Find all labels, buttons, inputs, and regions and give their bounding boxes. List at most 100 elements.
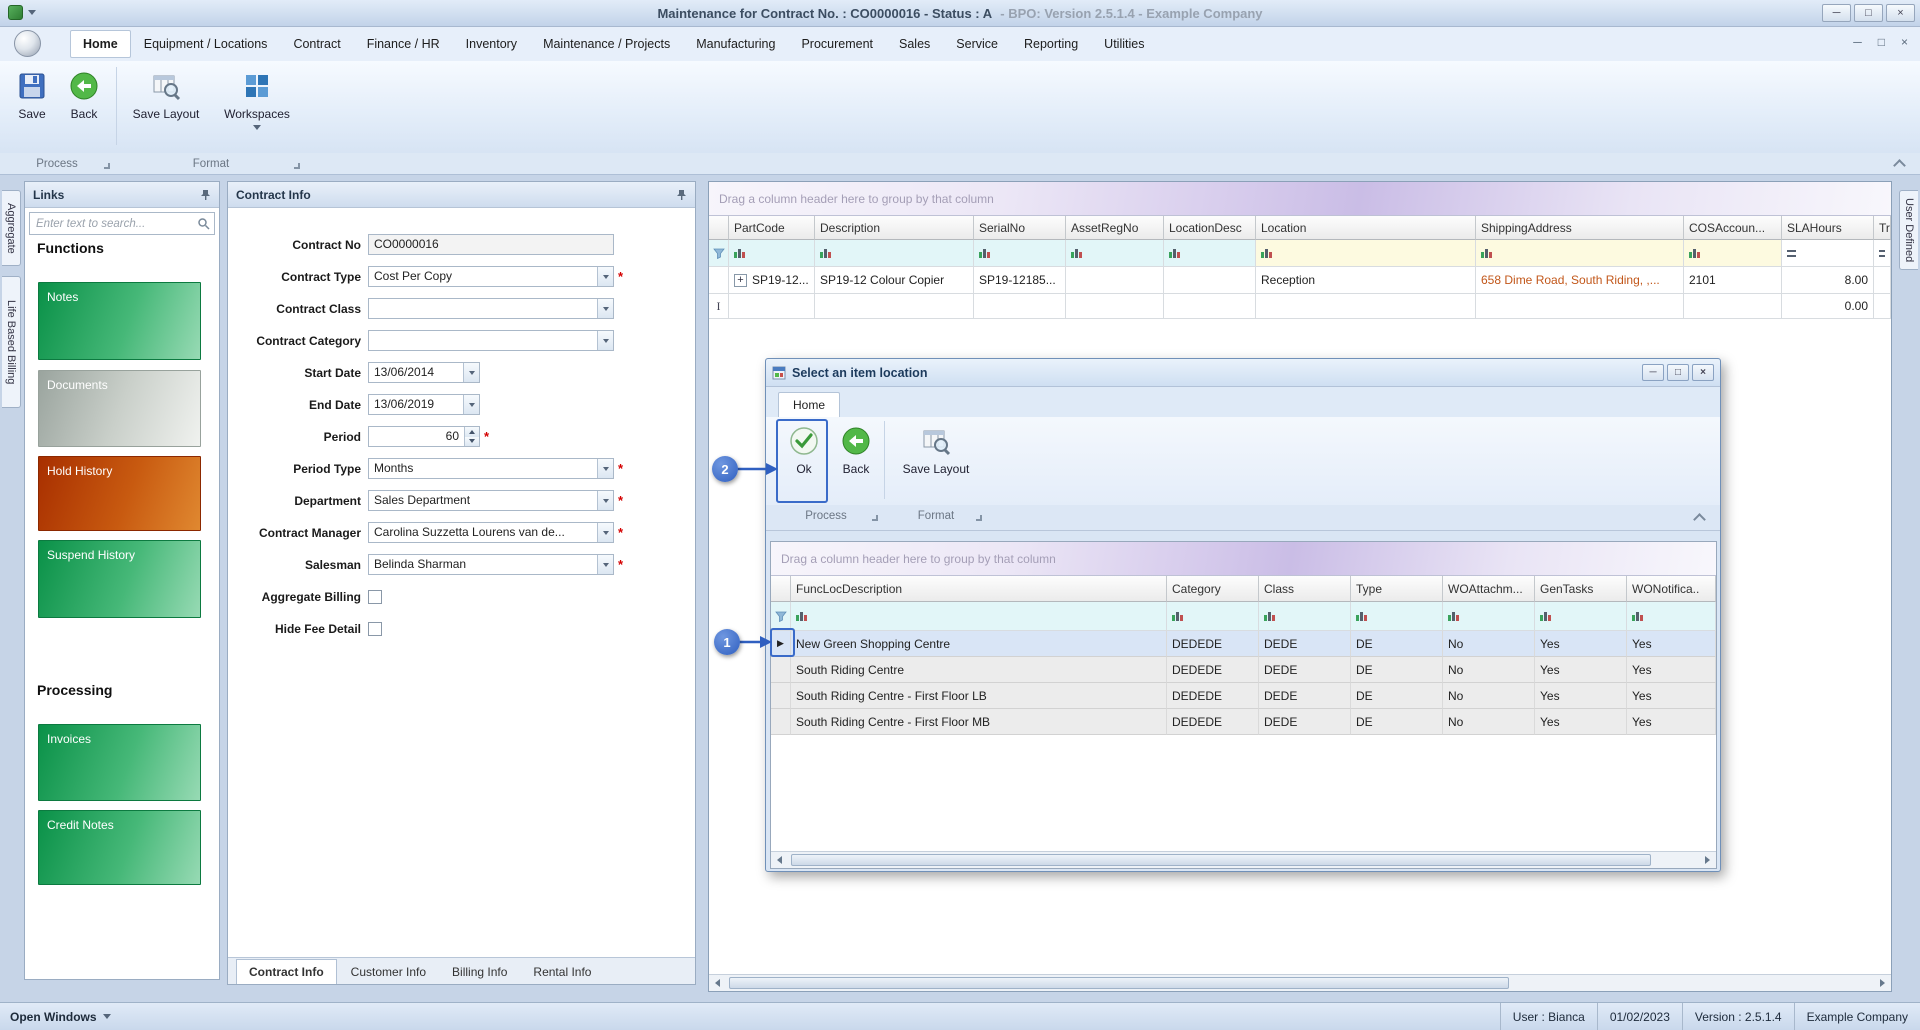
tab-finance-hr[interactable]: Finance / HR [354, 29, 453, 59]
tab-inventory[interactable]: Inventory [453, 29, 530, 59]
save-layout-button[interactable]: Save Layout [894, 419, 978, 505]
horizontal-scrollbar[interactable] [771, 851, 1716, 868]
filter-cell-partcode[interactable] [729, 240, 815, 267]
application-orb-button[interactable] [14, 30, 41, 57]
salesman-select[interactable]: Belinda Sharman [368, 554, 614, 575]
contract-category-select[interactable] [368, 330, 614, 351]
column-header-locationdesc[interactable]: LocationDesc [1164, 216, 1256, 240]
contract-manager-select[interactable]: Carolina Suzzetta Lourens van de... [368, 522, 614, 543]
cell-wonotifications[interactable]: Yes [1627, 683, 1716, 709]
credit-notes-button[interactable]: Credit Notes [38, 810, 201, 885]
cell-shippingaddress[interactable] [1476, 294, 1684, 319]
chevron-down-icon[interactable] [597, 267, 613, 286]
expand-arrow-cell[interactable] [771, 657, 791, 683]
chevron-down-icon[interactable] [597, 331, 613, 350]
close-button[interactable]: × [1886, 4, 1915, 22]
cell-type[interactable]: DE [1351, 631, 1443, 657]
cell-assetregno[interactable] [1066, 267, 1164, 294]
cell-category[interactable]: DEDEDE [1167, 709, 1259, 735]
contract-no-field[interactable]: CO0000016 [368, 234, 614, 255]
cell-woattachments[interactable]: No [1443, 709, 1535, 735]
cell-wonotifications[interactable]: Yes [1627, 657, 1716, 683]
dialog-launcher-icon[interactable] [104, 163, 110, 169]
scroll-left-icon[interactable] [709, 975, 726, 991]
cell-woattachments[interactable]: No [1443, 631, 1535, 657]
filter-cell-wonotifications[interactable] [1627, 602, 1716, 631]
dialog-tab-home[interactable]: Home [778, 392, 840, 417]
column-header-wonotifications[interactable]: WONotifica.. [1627, 576, 1716, 602]
tab-utilities[interactable]: Utilities [1091, 29, 1157, 59]
cell-type[interactable]: DE [1351, 709, 1443, 735]
cell-serialno[interactable] [974, 294, 1066, 319]
cell-category[interactable]: DEDEDE [1167, 631, 1259, 657]
dialog-close-button[interactable]: × [1692, 364, 1714, 381]
tab-procurement[interactable]: Procurement [788, 29, 886, 59]
cell-category[interactable]: DEDEDE [1167, 683, 1259, 709]
ok-button[interactable]: Ok [778, 419, 830, 505]
contract-type-select[interactable]: Cost Per Copy [368, 266, 614, 287]
expand-arrow-icon[interactable]: ▶ [777, 638, 784, 649]
mdi-close-button[interactable]: × [1901, 35, 1908, 49]
table-row[interactable]: +SP19-12... SP19-12 Colour Copier SP19-1… [709, 267, 1891, 294]
cell-class[interactable]: DEDE [1259, 657, 1351, 683]
cell-shippingaddress[interactable]: 658 Dime Road, South Riding, ,... [1476, 267, 1684, 294]
tab-billing-info[interactable]: Billing Info [440, 960, 519, 984]
expand-arrow-cell[interactable] [771, 683, 791, 709]
chevron-down-icon[interactable] [597, 299, 613, 318]
cell-wonotifications[interactable]: Yes [1627, 709, 1716, 735]
tab-service[interactable]: Service [943, 29, 1011, 59]
dialog-launcher-icon[interactable] [976, 515, 982, 521]
cell-class[interactable]: DEDE [1259, 631, 1351, 657]
cell-description[interactable]: SP19-12 Colour Copier [815, 267, 974, 294]
filter-cell-gentasks[interactable] [1535, 602, 1627, 631]
cell-woattachments[interactable]: No [1443, 683, 1535, 709]
cell-class[interactable]: DEDE [1259, 709, 1351, 735]
pin-icon[interactable] [676, 189, 687, 201]
cell-type[interactable]: DE [1351, 657, 1443, 683]
open-windows-button[interactable]: Open Windows [10, 1010, 111, 1024]
collapse-ribbon-icon[interactable] [1893, 159, 1906, 172]
column-header-category[interactable]: Category [1167, 576, 1259, 602]
notes-button[interactable]: Notes [38, 282, 201, 360]
back-button[interactable]: Back [58, 64, 110, 150]
save-layout-button[interactable]: Save Layout [124, 64, 208, 150]
cell-partcode[interactable]: +SP19-12... [729, 267, 815, 294]
tab-home[interactable]: Home [70, 30, 131, 58]
cell-gentasks[interactable]: Yes [1535, 657, 1627, 683]
cell-funclocdescription[interactable]: South Riding Centre - First Floor LB [791, 683, 1167, 709]
table-row[interactable]: South Riding Centre - First Floor LB DED… [771, 683, 1716, 709]
scroll-right-icon[interactable] [1874, 975, 1891, 991]
cell-assetregno[interactable] [1066, 294, 1164, 319]
chevron-down-icon[interactable] [463, 395, 479, 414]
scroll-right-icon[interactable] [1699, 852, 1716, 868]
cell-travel[interactable] [1874, 267, 1891, 294]
filter-cell-slahours[interactable] [1782, 240, 1874, 267]
chevron-down-icon[interactable] [597, 555, 613, 574]
cell-location[interactable]: Reception [1256, 267, 1476, 294]
filter-cell-serialno[interactable] [974, 240, 1066, 267]
aggregate-billing-checkbox[interactable] [368, 590, 382, 604]
column-header-funclocdescription[interactable]: FuncLocDescription [791, 576, 1167, 602]
expand-row-icon[interactable]: + [734, 274, 747, 287]
filter-cell-location[interactable] [1256, 240, 1476, 267]
filter-cell-class[interactable] [1259, 602, 1351, 631]
side-tab-aggregate[interactable]: Aggregate [2, 190, 21, 266]
search-icon[interactable] [197, 217, 210, 230]
workspaces-dropdown-icon[interactable] [253, 125, 261, 130]
invoices-button[interactable]: Invoices [38, 724, 201, 801]
minimize-button[interactable]: ─ [1822, 4, 1851, 22]
column-header-gentasks[interactable]: GenTasks [1535, 576, 1627, 602]
tab-sales[interactable]: Sales [886, 29, 943, 59]
tab-contract-info[interactable]: Contract Info [236, 959, 337, 984]
horizontal-scrollbar[interactable] [709, 974, 1891, 991]
tab-maintenance-projects[interactable]: Maintenance / Projects [530, 29, 683, 59]
column-header-class[interactable]: Class [1259, 576, 1351, 602]
tab-rental-info[interactable]: Rental Info [521, 960, 603, 984]
filter-cell-type[interactable] [1351, 602, 1443, 631]
filter-cell-category[interactable] [1167, 602, 1259, 631]
table-row-new[interactable]: I 0.00 [709, 294, 1891, 319]
filter-cell-cosaccount[interactable] [1684, 240, 1782, 267]
dialog-minimize-button[interactable]: ─ [1642, 364, 1664, 381]
column-header-shippingaddress[interactable]: ShippingAddress [1476, 216, 1684, 240]
dialog-launcher-icon[interactable] [872, 515, 878, 521]
